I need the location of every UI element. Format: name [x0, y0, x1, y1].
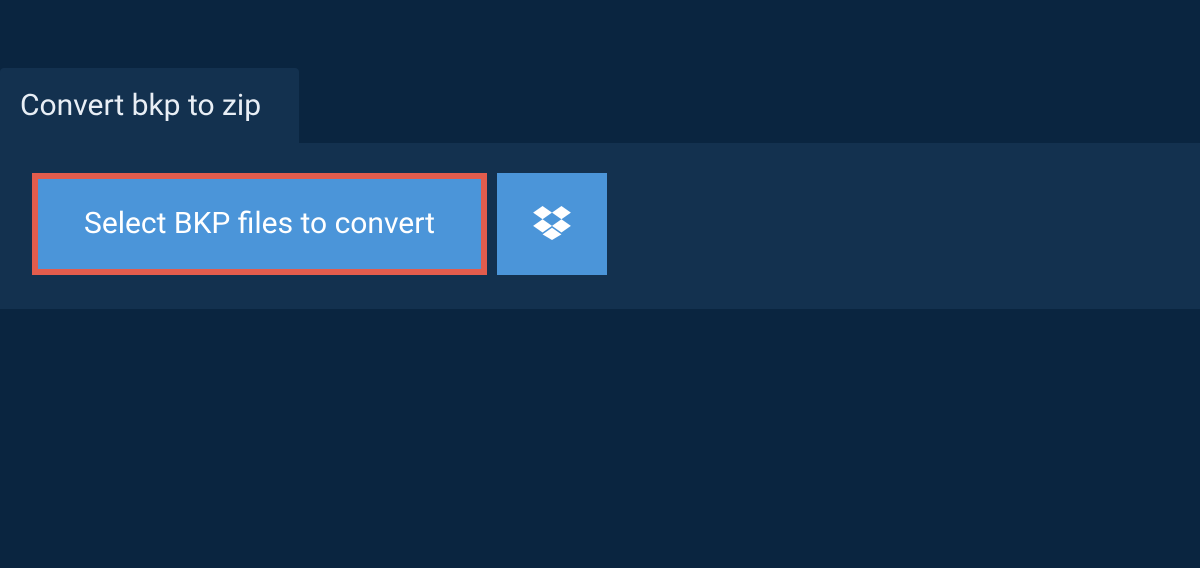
- tab-convert[interactable]: Convert bkp to zip: [0, 68, 299, 143]
- dropbox-button[interactable]: [497, 173, 607, 275]
- tab-label: Convert bkp to zip: [20, 88, 261, 123]
- tab-bar: Convert bkp to zip: [0, 68, 1200, 143]
- select-files-label: Select BKP files to convert: [84, 209, 435, 239]
- dropbox-icon: [533, 206, 571, 243]
- upload-panel: Select BKP files to convert: [0, 143, 1200, 309]
- select-files-button[interactable]: Select BKP files to convert: [32, 173, 487, 275]
